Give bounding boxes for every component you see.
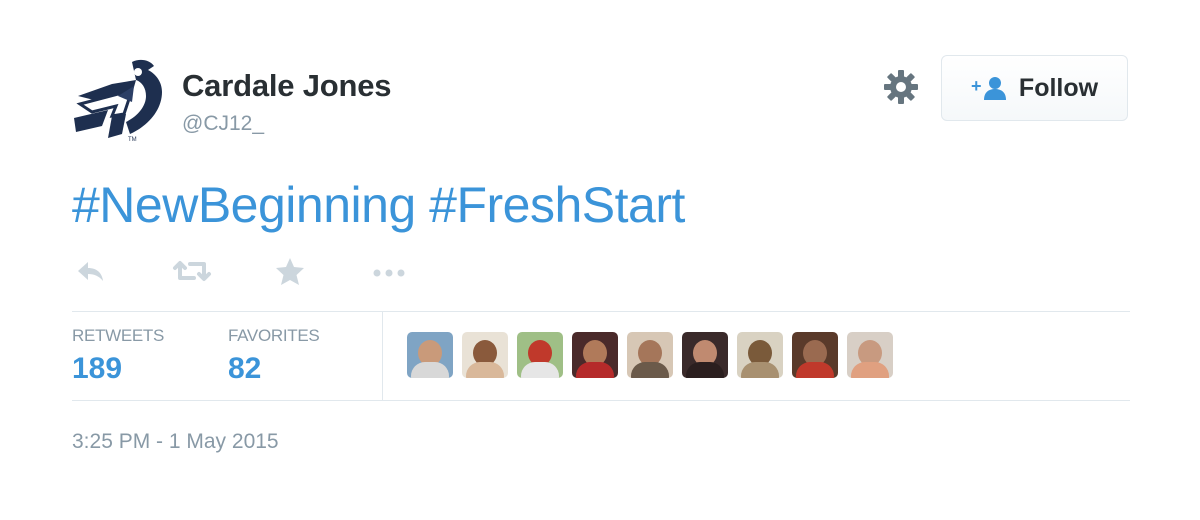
favorites-label: FAVORITES bbox=[228, 326, 320, 345]
favoriter-avatar[interactable] bbox=[737, 332, 783, 378]
hashtag-link[interactable]: #NewBeginning bbox=[72, 177, 416, 233]
team-logo-icon: TM bbox=[74, 59, 162, 143]
reply-button[interactable] bbox=[74, 256, 108, 286]
hashtag-link[interactable]: #FreshStart bbox=[429, 177, 685, 233]
svg-text:+: + bbox=[971, 76, 982, 96]
favoriter-avatar[interactable] bbox=[517, 332, 563, 378]
divider bbox=[72, 400, 1130, 401]
follow-button[interactable]: + Follow bbox=[941, 55, 1128, 121]
favorites-count: 82 bbox=[228, 352, 262, 385]
person-icon bbox=[796, 362, 834, 378]
favoriter-avatar[interactable] bbox=[627, 332, 673, 378]
favorite-button[interactable] bbox=[274, 256, 306, 286]
avatar[interactable]: TM bbox=[72, 56, 166, 143]
favoriter-avatar[interactable] bbox=[847, 332, 893, 378]
person-icon bbox=[631, 362, 669, 378]
retweets-stat[interactable]: RETWEETS 189 bbox=[72, 326, 164, 386]
retweet-icon bbox=[173, 261, 211, 281]
retweets-label: RETWEETS bbox=[72, 326, 165, 345]
favoriter-avatar[interactable] bbox=[462, 332, 508, 378]
person-icon bbox=[741, 362, 779, 378]
more-icon bbox=[373, 269, 405, 277]
divider bbox=[72, 311, 1130, 312]
person-icon bbox=[466, 362, 504, 378]
gear-icon[interactable] bbox=[882, 68, 920, 106]
more-button[interactable] bbox=[369, 256, 409, 286]
retweets-count: 189 bbox=[72, 352, 123, 385]
svg-text:TM: TM bbox=[128, 137, 137, 142]
favoriter-avatar[interactable] bbox=[407, 332, 453, 378]
person-icon bbox=[411, 362, 449, 378]
favoriter-avatar[interactable] bbox=[572, 332, 618, 378]
tweet-text: #NewBeginning #FreshStart bbox=[72, 176, 685, 234]
star-icon bbox=[276, 258, 304, 285]
divider bbox=[382, 311, 383, 400]
add-user-icon: + bbox=[971, 76, 1006, 100]
tweet-card: TM Cardale Jones @CJ12_ + Follow #NewBeg… bbox=[0, 0, 1200, 520]
person-icon bbox=[851, 362, 889, 378]
reply-icon bbox=[78, 262, 103, 281]
display-name[interactable]: Cardale Jones bbox=[182, 68, 392, 104]
follow-label: Follow bbox=[1018, 73, 1099, 102]
person-icon bbox=[521, 362, 559, 378]
user-handle[interactable]: @CJ12_ bbox=[182, 112, 264, 136]
tweet-timestamp[interactable]: 3:25 PM - 1 May 2015 bbox=[72, 430, 279, 454]
person-icon bbox=[576, 362, 614, 378]
retweet-button[interactable] bbox=[172, 256, 212, 286]
favoriter-avatar[interactable] bbox=[682, 332, 728, 378]
person-icon bbox=[686, 362, 724, 378]
favoriter-avatar[interactable] bbox=[792, 332, 838, 378]
favorites-stat[interactable]: FAVORITES 82 bbox=[228, 326, 320, 386]
